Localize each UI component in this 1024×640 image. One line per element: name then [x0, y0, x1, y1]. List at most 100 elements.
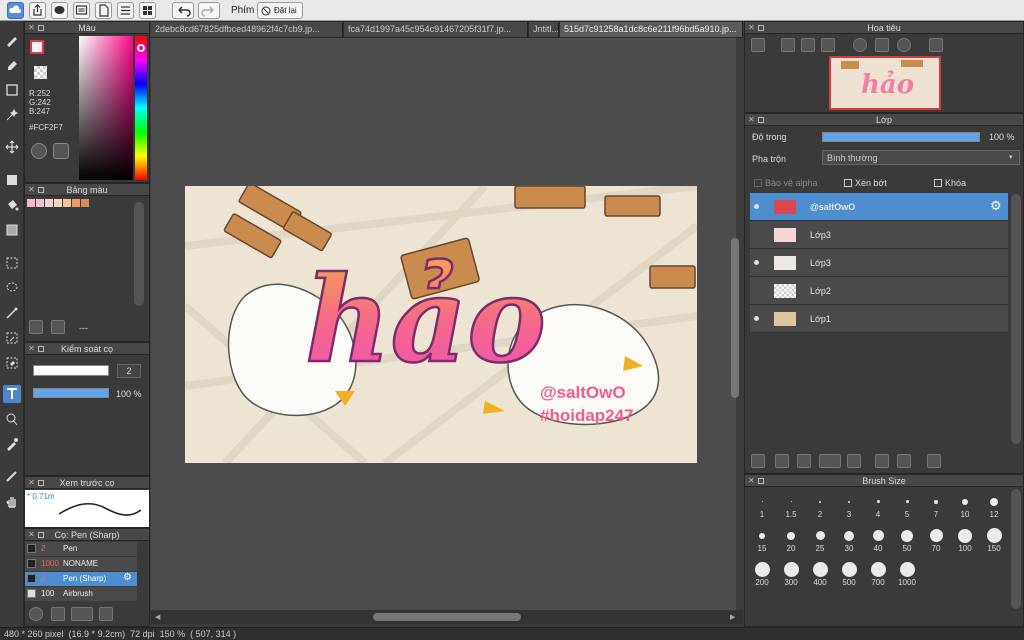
eraser-tool-icon[interactable] [3, 56, 21, 74]
rotate-left-icon[interactable] [853, 38, 867, 52]
layer-row[interactable]: Lớp1 [750, 305, 1008, 333]
magic-tool-icon[interactable] [3, 106, 21, 124]
brush-size-option[interactable]: 15 [750, 527, 774, 553]
brush-size-option[interactable]: 12 [982, 493, 1006, 519]
color-swatch[interactable] [27, 199, 35, 207]
color-swatch[interactable] [81, 199, 89, 207]
brush-size-option[interactable]: 500 [837, 561, 861, 587]
bucket-tool-icon[interactable] [3, 196, 21, 214]
fill-rect-tool-icon[interactable] [3, 171, 21, 189]
color-swatch[interactable] [54, 199, 62, 207]
saturation-value-field[interactable] [79, 36, 133, 180]
gear-icon[interactable]: ⚙ [123, 572, 132, 583]
redo-button[interactable] [198, 2, 220, 19]
brush-size-option[interactable]: 25 [808, 527, 832, 553]
layer-row[interactable]: Lớp3 [750, 221, 1008, 249]
brush-size-option[interactable]: 3 [837, 493, 861, 519]
brush-size-scrollbar[interactable] [1011, 489, 1021, 609]
brush-item[interactable]: 100 Airbrush [25, 587, 137, 601]
brush-item[interactable]: 1000 NONAME [25, 557, 137, 571]
hue-slider[interactable] [135, 36, 147, 180]
magic-wand-tool-icon[interactable] [3, 304, 21, 322]
hand-tool-icon[interactable] [3, 492, 21, 510]
layer-row[interactable]: Lớp2 [750, 277, 1008, 305]
select-pen-tool-icon[interactable] [3, 329, 21, 347]
pen-tool-icon[interactable] [3, 467, 21, 485]
zoom-out-icon[interactable] [821, 38, 835, 52]
trash-icon[interactable] [51, 320, 65, 334]
reset-view-icon[interactable] [875, 38, 889, 52]
brush-item[interactable]: 2 Pen [25, 542, 137, 556]
merge-layer-icon[interactable] [897, 454, 911, 468]
undo-button[interactable] [172, 2, 194, 19]
blend-mode-select[interactable]: Bình thường ▾ [822, 150, 1020, 165]
brush-size-option[interactable]: 2 [808, 493, 832, 519]
tab-document-3[interactable]: Jntitl... [529, 22, 559, 37]
zoom-in-icon[interactable] [751, 38, 765, 52]
background-color[interactable] [34, 66, 47, 79]
brush-opacity-slider[interactable] [33, 388, 109, 398]
canvas-vertical-scrollbar[interactable] [731, 238, 739, 398]
visibility-icon[interactable] [754, 316, 759, 321]
layers-scrollbar[interactable] [1011, 194, 1021, 444]
brush-size-option[interactable]: 300 [779, 561, 803, 587]
gear-icon[interactable]: ⚙ [990, 198, 1002, 214]
brush-size-option[interactable]: 40 [866, 527, 890, 553]
fit-screen-icon[interactable] [801, 38, 815, 52]
brush-size-slider[interactable] [33, 365, 109, 376]
brush-copy-icon[interactable] [99, 607, 113, 621]
foreground-color[interactable] [30, 40, 44, 54]
new-layer-8bit-icon[interactable] [797, 454, 811, 468]
move-tool-icon[interactable] [3, 138, 21, 156]
gradient-tool-icon[interactable] [3, 221, 21, 239]
new-layer-1bit-icon[interactable] [775, 454, 789, 468]
brush-item-selected[interactable]: 2 Pen (Sharp) ⚙ [25, 572, 137, 586]
brush-size-option[interactable]: 400 [808, 561, 832, 587]
tab-document-1[interactable]: 2debc8cd67825dfbced48962f4c7cb9.jp... [151, 22, 343, 37]
brush-size-option[interactable]: 4 [866, 493, 890, 519]
chat-icon[interactable] [51, 2, 68, 19]
trash-icon[interactable] [927, 454, 941, 468]
brush-size-option[interactable]: 7 [924, 493, 948, 519]
grid-icon[interactable] [139, 2, 156, 19]
brush-size-value[interactable]: 2 [117, 364, 141, 378]
text-tool-icon[interactable] [3, 385, 21, 403]
select-tool-icon[interactable] [3, 254, 21, 272]
brush-size-option[interactable]: 1000 [895, 561, 919, 587]
lasso-tool-icon[interactable] [3, 279, 21, 297]
brush-size-option[interactable]: 100 [953, 527, 977, 553]
tab-document-2[interactable]: fca74d1997a45c954c91467205f31f7.jp... [344, 22, 528, 37]
lock-checkbox[interactable] [934, 179, 942, 187]
select-eraser-tool-icon[interactable] [3, 354, 21, 372]
new-brush-icon[interactable] [51, 607, 65, 621]
color-swatch[interactable] [45, 199, 53, 207]
scroll-left-icon[interactable]: ◀ [155, 613, 160, 621]
share-icon[interactable] [29, 2, 46, 19]
brush-size-option[interactable]: 70 [924, 527, 948, 553]
layer-opacity-slider[interactable] [822, 132, 980, 142]
palette-icon[interactable] [31, 143, 47, 159]
eyedropper-tool-icon[interactable] [3, 435, 21, 453]
brush-add-menu-icon[interactable] [71, 607, 93, 621]
brush-size-option[interactable]: 5 [895, 493, 919, 519]
brush-size-option[interactable]: 150 [982, 527, 1006, 553]
brush-size-option[interactable]: 30 [837, 527, 861, 553]
layer-row-selected[interactable]: @saltOwO ⚙ [750, 193, 1008, 221]
layer-add-menu-icon[interactable] [819, 454, 841, 468]
canvas-horizontal-scrollbar[interactable] [373, 613, 521, 621]
artwork-canvas[interactable]: hảo @saltOwO #hoidap247 [185, 186, 697, 463]
hue-handle[interactable] [137, 44, 145, 52]
layer-row[interactable]: Lớp3 [750, 249, 1008, 277]
brush-size-option[interactable]: 700 [866, 561, 890, 587]
brush-settings-icon[interactable] [29, 607, 43, 621]
flip-icon[interactable] [929, 38, 943, 52]
reset-button[interactable]: Đặt lại [257, 2, 303, 19]
tab-document-4[interactable]: 515d7c91258a1dc8c6e211f96bd5a910.jp... [560, 22, 743, 37]
swatch-scrollbar[interactable] [134, 202, 144, 306]
color-swatch[interactable] [36, 199, 44, 207]
list-icon[interactable] [117, 2, 134, 19]
operation-tool-icon[interactable] [3, 410, 21, 428]
brush-size-option[interactable]: 20 [779, 527, 803, 553]
scroll-right-icon[interactable]: ▶ [730, 613, 735, 621]
color-picker-icon[interactable] [53, 143, 69, 159]
